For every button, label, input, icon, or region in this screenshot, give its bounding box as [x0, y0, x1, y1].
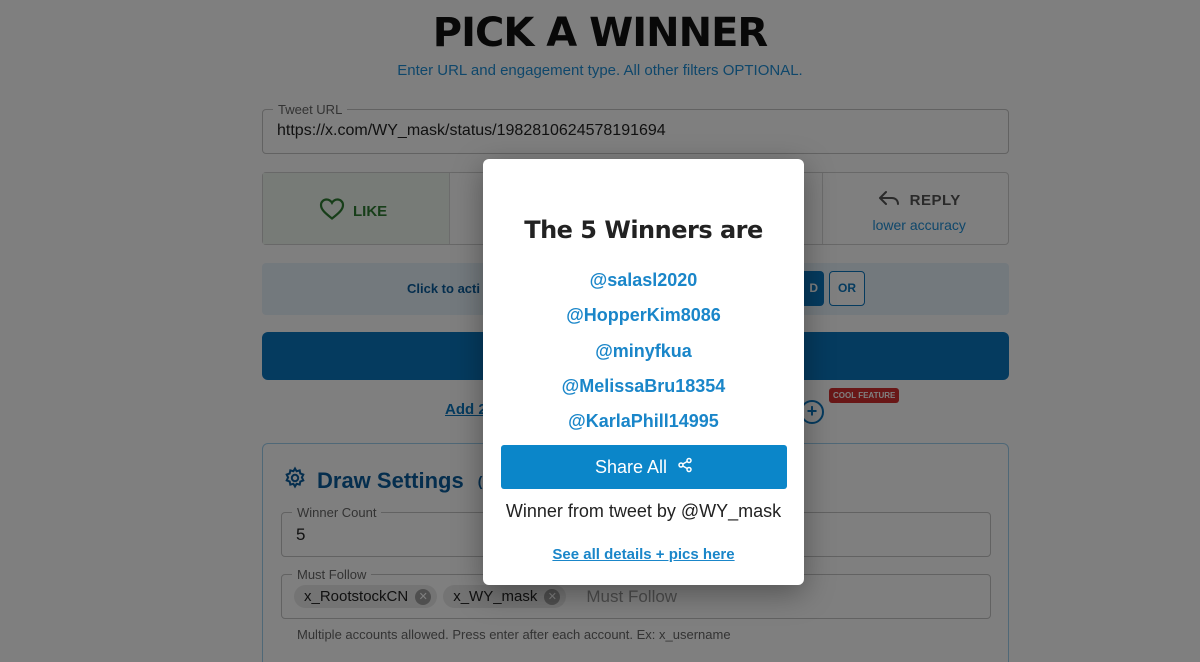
winner-source-text: Winner from tweet by @WY_mask	[505, 501, 782, 521]
share-icon	[677, 457, 693, 478]
winner-handle[interactable]: @HopperKim8086	[483, 305, 804, 326]
modal-title: The 5 Winners are	[524, 216, 763, 244]
winners-modal: The 5 Winners are @salasl2020 @HopperKim…	[483, 159, 804, 585]
winner-handle[interactable]: @MelissaBru18354	[483, 376, 804, 397]
winner-handle[interactable]: @minyfkua	[483, 341, 804, 362]
see-details-link[interactable]: See all details + pics here	[483, 546, 804, 563]
share-all-button[interactable]: Share All	[501, 445, 787, 489]
winner-handle[interactable]: @KarlaPhill14995	[483, 411, 804, 432]
share-all-label: Share All	[594, 456, 668, 477]
winner-handle[interactable]: @salasl2020	[483, 270, 804, 291]
